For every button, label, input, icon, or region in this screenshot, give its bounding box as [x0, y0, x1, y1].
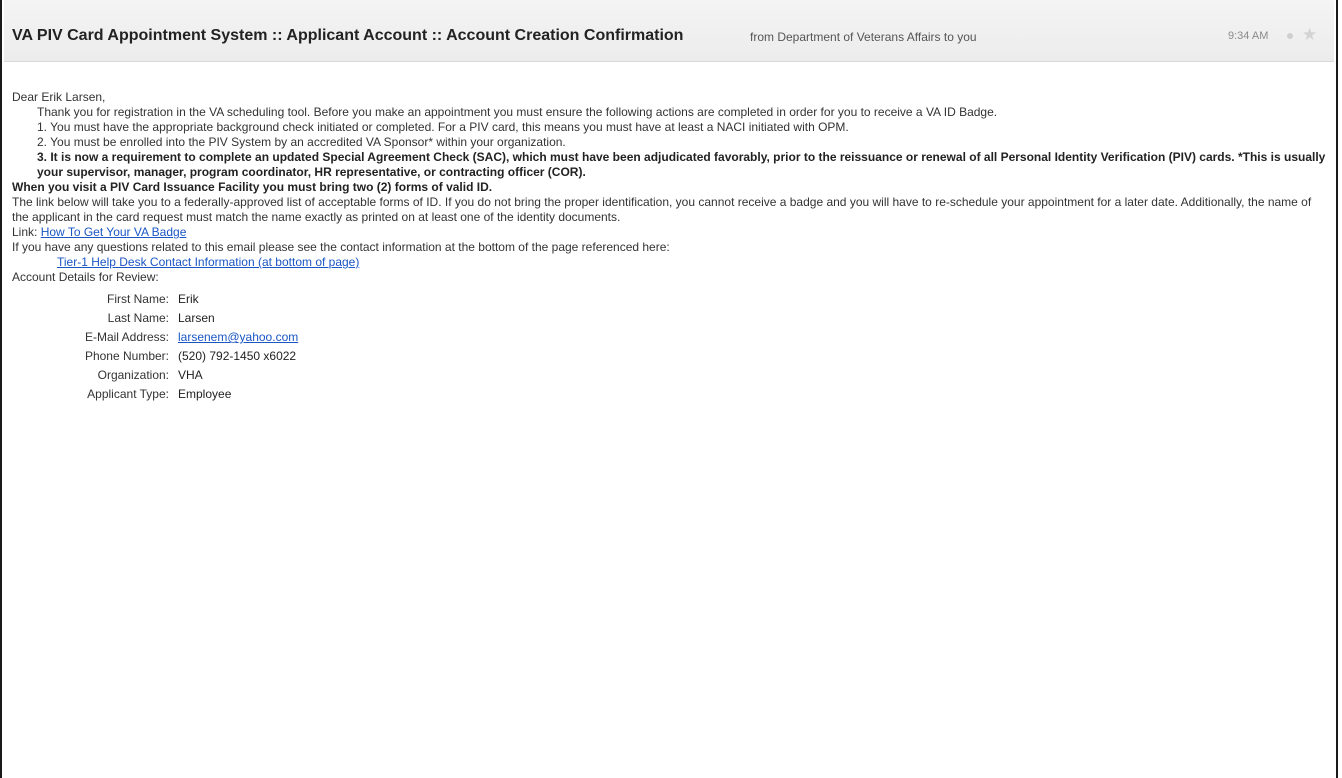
- email-header: VA PIV Card Appointment System :: Applic…: [4, 0, 1334, 62]
- detail-row-first-name: First Name: Erik: [12, 290, 1328, 309]
- status-dot-icon[interactable]: [1287, 33, 1293, 39]
- account-details: First Name: Erik Last Name: Larsen E-Mai…: [12, 290, 1328, 404]
- detail-label: Last Name:: [107, 311, 169, 325]
- visit-notice: When you visit a PIV Card Issuance Facil…: [12, 180, 493, 194]
- detail-value: VHA: [178, 368, 203, 382]
- detail-value: Erik: [178, 292, 199, 306]
- detail-value: Employee: [178, 387, 232, 401]
- link-line: Link: How To Get Your VA Badge: [12, 225, 1328, 240]
- requirement-2: 2. You must be enrolled into the PIV Sys…: [37, 135, 566, 149]
- how-to-get-badge-link[interactable]: How To Get Your VA Badge: [41, 225, 187, 239]
- email-sender: from Department of Veterans Affairs to y…: [750, 30, 977, 44]
- details-heading: Account Details for Review:: [12, 270, 159, 284]
- questions-text: If you have any questions related to thi…: [12, 240, 670, 254]
- star-icon[interactable]: ★: [1302, 26, 1317, 43]
- id-paragraph: The link below will take you to a federa…: [12, 195, 1312, 224]
- detail-label: First Name:: [106, 292, 169, 306]
- email-body: Dear Erik Larsen, Thank you for registra…: [12, 90, 1328, 404]
- detail-row-last-name: Last Name: Larsen: [12, 309, 1328, 328]
- email-window: VA PIV Card Appointment System :: Applic…: [0, 0, 1338, 778]
- detail-label: Organization:: [97, 368, 169, 382]
- detail-label: E-Mail Address:: [84, 330, 169, 344]
- detail-row-organization: Organization: VHA: [12, 366, 1328, 385]
- detail-label: Applicant Type:: [87, 387, 169, 401]
- intro-text: Thank you for registration in the VA sch…: [37, 105, 998, 119]
- helpdesk-line: Tier-1 Help Desk Contact Information (at…: [12, 255, 1328, 270]
- requirement-1: 1. You must have the appropriate backgro…: [37, 120, 849, 134]
- email-time: 9:34 AM: [1228, 30, 1269, 42]
- detail-label: Phone Number:: [84, 349, 169, 363]
- detail-row-phone: Phone Number: (520) 792-1450 x6022: [12, 347, 1328, 366]
- greeting: Dear Erik Larsen,: [12, 90, 106, 104]
- detail-value: Larsen: [178, 311, 215, 325]
- email-address-link[interactable]: larsenem@yahoo.com: [178, 330, 298, 345]
- email-subject: VA PIV Card Appointment System :: Applic…: [12, 27, 684, 44]
- detail-row-email: E-Mail Address: larsenem@yahoo.com: [12, 328, 1328, 347]
- requirement-3: 3. It is now a requirement to complete a…: [37, 150, 1326, 179]
- detail-row-applicant-type: Applicant Type: Employee: [12, 385, 1328, 404]
- link-prefix: Link:: [12, 225, 38, 239]
- helpdesk-contact-link[interactable]: Tier-1 Help Desk Contact Information (at…: [57, 255, 359, 269]
- detail-value: (520) 792-1450 x6022: [178, 349, 297, 363]
